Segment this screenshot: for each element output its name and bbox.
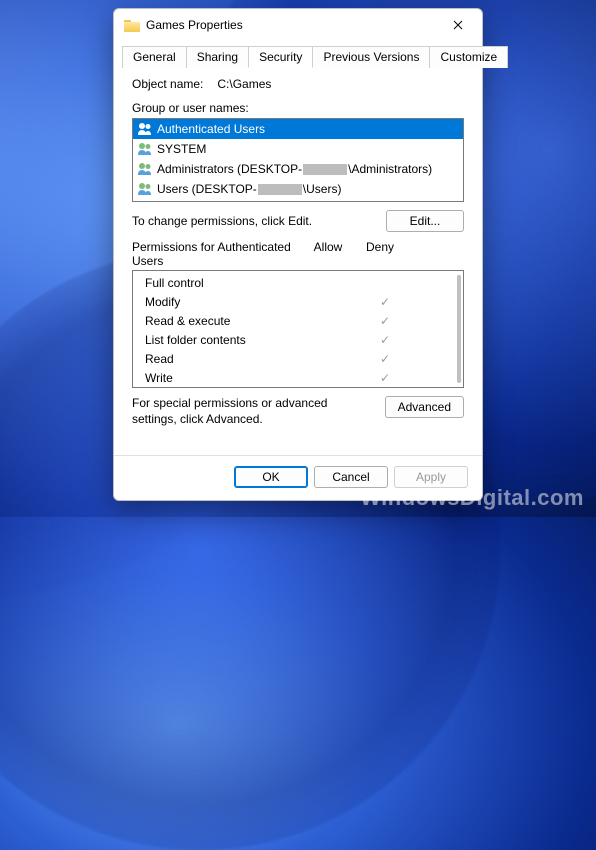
dialog-footer: OK Cancel Apply [114,455,482,500]
principal-row[interactable]: Authenticated Users [133,119,463,139]
allow-cell: ✓ [359,314,411,328]
permissions-header: Permissions for Authenticated Users Allo… [132,240,464,268]
edit-button[interactable]: Edit... [386,210,464,232]
security-pane: Object name: C:\Games Group or user name… [114,67,482,455]
permissions-for-label: Permissions for Authenticated Users [132,240,302,268]
permission-name: Full control [145,276,359,290]
allow-cell: ✓ [359,371,411,385]
principal-row[interactable]: SYSTEM [133,139,463,159]
close-button[interactable] [438,11,478,39]
scrollbar[interactable] [457,275,461,383]
allow-cell: ✓ [359,352,411,366]
advanced-button[interactable]: Advanced [385,396,464,418]
tab-sharing[interactable]: Sharing [186,46,249,68]
permission-row: Full control [133,273,463,292]
object-name-row: Object name: C:\Games [132,77,464,91]
window-title: Games Properties [146,18,438,32]
check-icon: ✓ [380,315,390,327]
principal-row[interactable]: Administrators (DESKTOP-\Administrators) [133,159,463,179]
permission-row: List folder contents ✓ [133,330,463,349]
check-icon: ✓ [380,296,390,308]
apply-button[interactable]: Apply [394,466,468,488]
group-user-label: Group or user names: [132,101,464,115]
deny-column-header: Deny [354,240,406,268]
titlebar: Games Properties [114,9,482,41]
check-icon: ✓ [380,353,390,365]
allow-cell: ✓ [359,333,411,347]
ok-button[interactable]: OK [234,466,308,488]
permission-name: Read [145,352,359,366]
permission-name: Modify [145,295,359,309]
permission-row: Read ✓ [133,349,463,368]
tab-strip: General Sharing Security Previous Versio… [114,45,482,67]
tab-previous-versions[interactable]: Previous Versions [312,46,430,68]
allow-column-header: Allow [302,240,354,268]
edit-hint: To change permissions, click Edit. [132,214,312,228]
tab-security[interactable]: Security [248,46,313,68]
tab-general[interactable]: General [122,46,187,68]
check-icon: ✓ [380,372,390,384]
permission-name: List folder contents [145,333,359,347]
close-icon [453,20,463,30]
cancel-button[interactable]: Cancel [314,466,388,488]
object-name-label: Object name: [132,77,203,91]
check-icon: ✓ [380,334,390,346]
allow-cell: ✓ [359,295,411,309]
permission-name: Read & execute [145,314,359,328]
folder-icon [124,19,140,32]
permissions-listbox[interactable]: Full controlModify✓Read & execute✓List f… [132,270,464,388]
principals-listbox[interactable]: Authenticated UsersSYSTEMAdministrators … [132,118,464,202]
permission-row: Write ✓ [133,368,463,387]
principal-row[interactable]: Users (DESKTOP-\Users) [133,179,463,199]
permission-row: Modify ✓ [133,292,463,311]
permission-name: Write [145,371,359,385]
permission-row: Read & execute ✓ [133,311,463,330]
advanced-hint: For special permissions or advanced sett… [132,396,385,427]
tab-customize[interactable]: Customize [429,46,508,68]
properties-dialog: Games Properties General Sharing Securit… [113,8,483,501]
object-name-value: C:\Games [217,77,271,91]
